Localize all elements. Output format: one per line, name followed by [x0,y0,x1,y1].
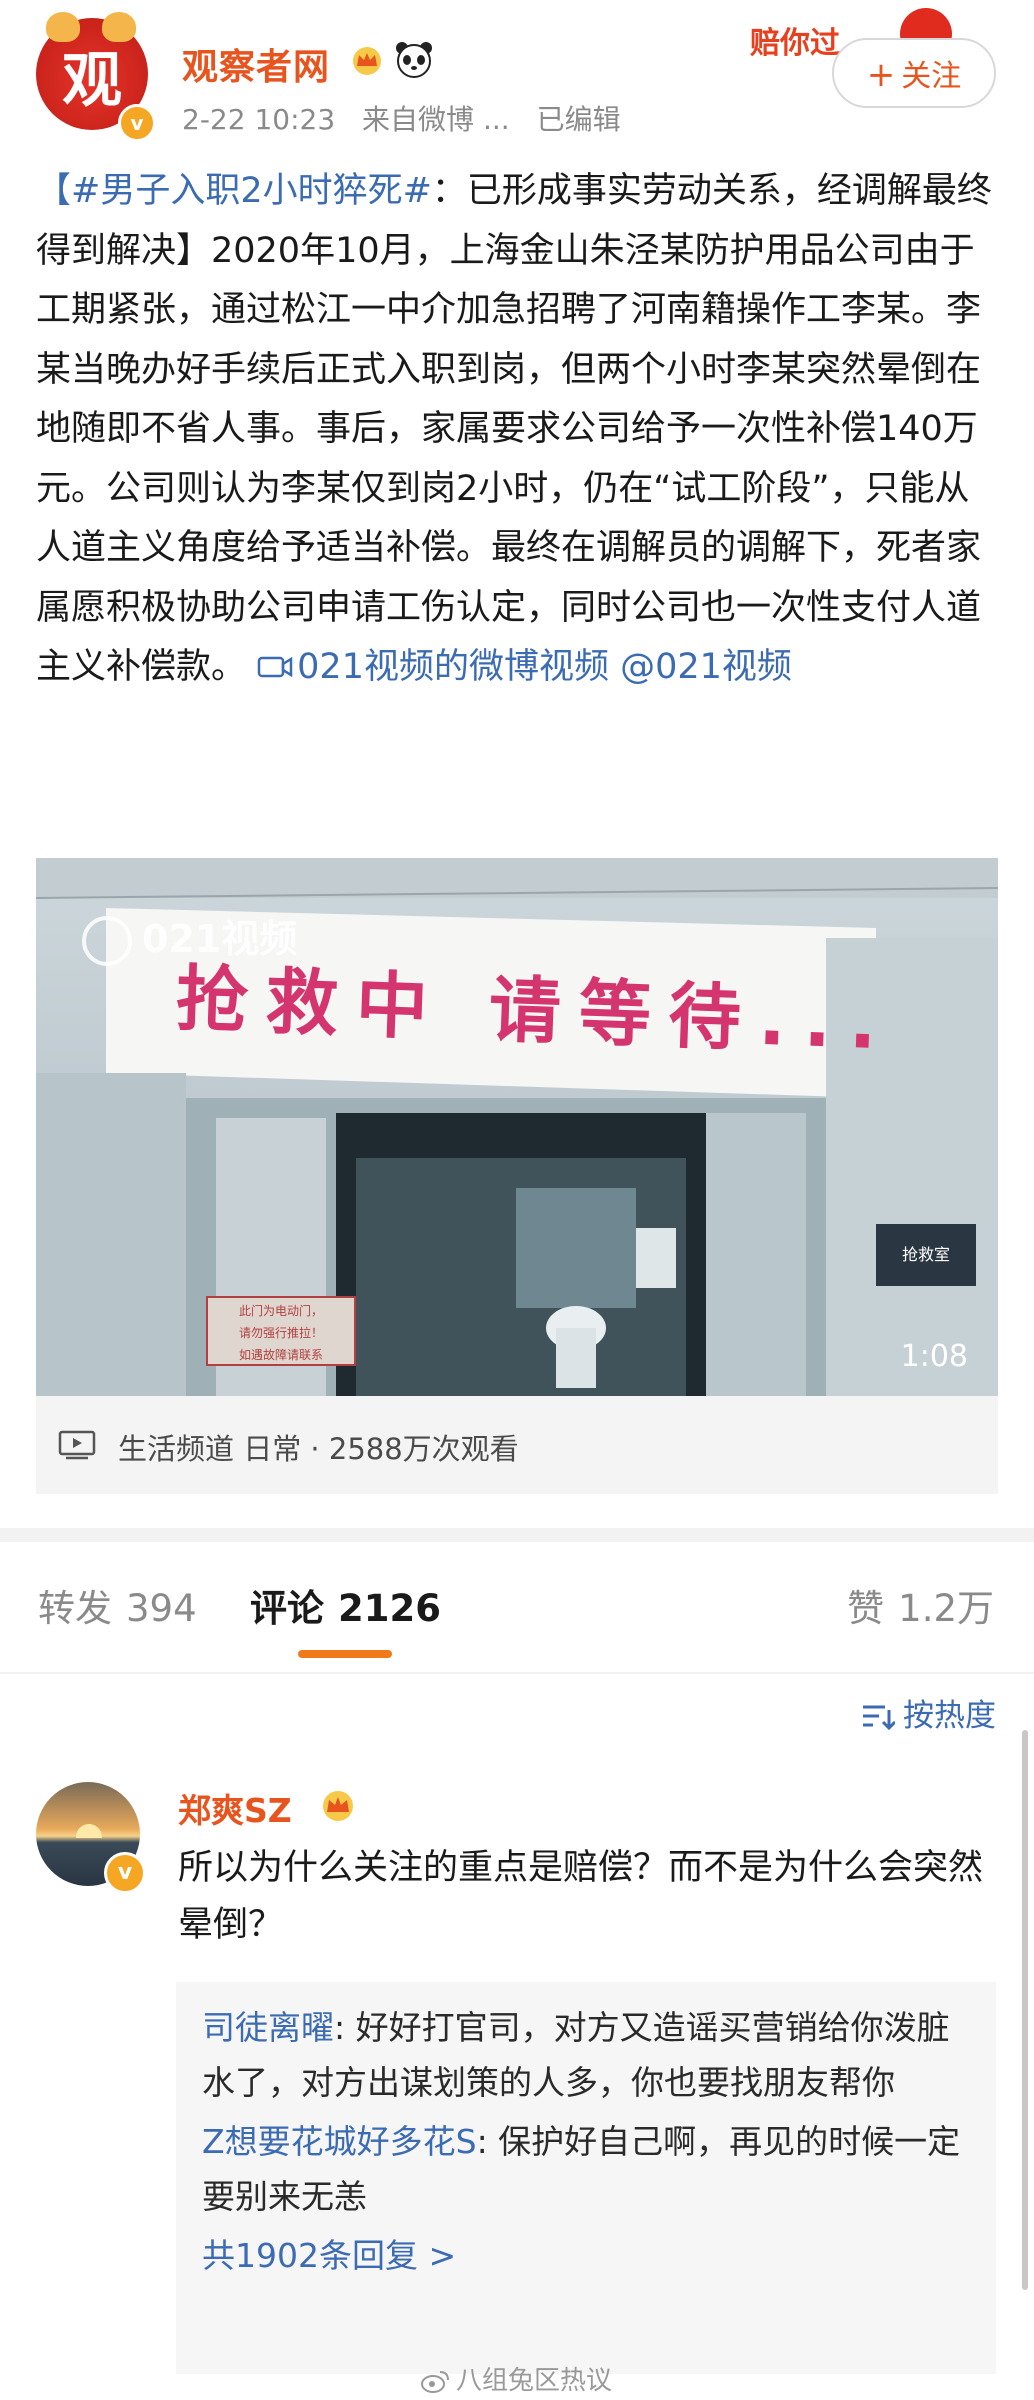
interaction-tabs: 转发 394 评论 2126 赞 1.2万 [0,1542,1034,1672]
tab-label: 赞 [847,1587,885,1630]
sort-icon [863,1705,895,1730]
reply-author[interactable]: Z想要花城好多花S [202,2122,477,2161]
watermark-text: 八组兔区热议 [456,2366,613,2396]
video-info-text: 生活频道 日常 · 2588万次观看 [118,1432,519,1466]
follow-label: 关注 [901,59,962,94]
tab-count: 394 [126,1587,197,1630]
video-link[interactable]: 021视频的微博视频 [257,647,620,687]
post-source[interactable]: 来自微博 ... [362,103,510,136]
video-watermark-text: 021视频 [142,917,298,961]
video-play-icon [58,1430,96,1460]
mention-link[interactable]: @021视频 [620,647,792,687]
author-name[interactable]: 观察者网 [182,38,330,90]
reply-separator: : [334,2008,356,2047]
reply-item[interactable]: 司徒离曜: 好好打官司，对方又造谣买营销给你泼脏水了，对方出谋划策的人多，你也要… [202,2000,970,2110]
verified-badge-icon: v [104,1852,146,1894]
sort-label: 按热度 [903,1698,996,1734]
video-duration: 1:08 [900,1339,968,1374]
divider [0,1672,1034,1674]
replies-box[interactable]: 司徒离曜: 好好打官司，对方又造谣买营销给你泼脏水了，对方出谋划策的人多，你也要… [176,1982,996,2374]
commenter-name[interactable]: 郑爽SZ [178,1784,292,1832]
follow-button[interactable]: + 关注 [832,38,996,108]
crown-icon [323,1791,353,1821]
reply-item[interactable]: Z想要花城好多花S: 保护好自己啊，再见的时候一定要别来无恙 [202,2114,970,2224]
more-replies-link[interactable]: 共1902条回复 > [202,2228,970,2283]
avatar-sunset-image [76,1824,102,1838]
crown-icon [353,47,381,75]
video-watermark: 021视频 [82,908,297,966]
sort-by-hot-button[interactable]: 按热度 [861,1690,996,1735]
festival-banner-text: 赔你过 [750,26,840,61]
active-tab-indicator [298,1650,392,1658]
channel-logo-icon [82,916,132,966]
verified-badge-icon: v [118,104,156,142]
post-body: 【#男子入职2小时猝死#：已形成事实劳动关系，经调解最终得到解决】2020年10… [36,162,996,698]
post-date: 2-22 10:23 [182,103,336,136]
tab-comments[interactable]: 评论 2126 [250,1578,441,1632]
section-divider [0,1528,1034,1542]
tab-label: 评论 [250,1587,324,1630]
reply-author[interactable]: 司徒离曜 [202,2008,334,2047]
notice-line: 请勿强行推拉！ [238,1326,323,1340]
tab-label: 转发 [38,1587,112,1630]
reply-separator: : [476,2122,499,2161]
video-link-label: 021视频的微博视频 [297,647,609,687]
notice-line: 如遇故障请联系 [238,1348,323,1362]
hashtag-link[interactable]: 【#男子入职2小时猝死# [36,171,432,211]
video-door-notice: 此门为电动门， 请勿强行推拉！ 如遇故障请联系 [206,1296,356,1366]
tab-likes[interactable]: 赞 1.2万 [847,1578,994,1632]
plus-icon: + [866,55,896,95]
notice-line: 此门为电动门， [238,1304,323,1318]
video-player[interactable]: 抢救中 请等待... 021视频 抢救室 此门为电动门， 请勿强行推拉！ 如遇故… [36,858,998,1396]
panda-icon [396,42,432,78]
video-room-sign: 抢救室 [876,1224,976,1286]
post-meta: 2-22 10:23 来自微博 ... 已编辑 [182,98,639,138]
tab-repost[interactable]: 转发 394 [38,1578,197,1632]
video-info-bar[interactable]: 生活频道 日常 · 2588万次观看 [36,1396,998,1494]
image-watermark: 八组兔区热议 [420,2360,612,2397]
scrollbar[interactable] [1022,1730,1028,2290]
weibo-logo-icon [421,2371,449,2393]
comment-text[interactable]: 所以为什么关注的重点是赔偿？而不是为什么会突然晕倒？ [178,1840,998,1954]
post-header: 观 v 观察者网 2-22 10:23 来自微博 ... 已编辑 赔你过 + 关注 [0,0,1034,160]
video-link-icon [257,656,293,678]
post-edited-label[interactable]: 已编辑 [537,103,621,136]
post-text: ：已形成事实劳动关系，经调解最终得到解决】2020年10月，上海金山朱泾某防护用… [36,171,992,687]
tab-count: 2126 [338,1587,441,1630]
tab-count: 1.2万 [898,1587,994,1630]
